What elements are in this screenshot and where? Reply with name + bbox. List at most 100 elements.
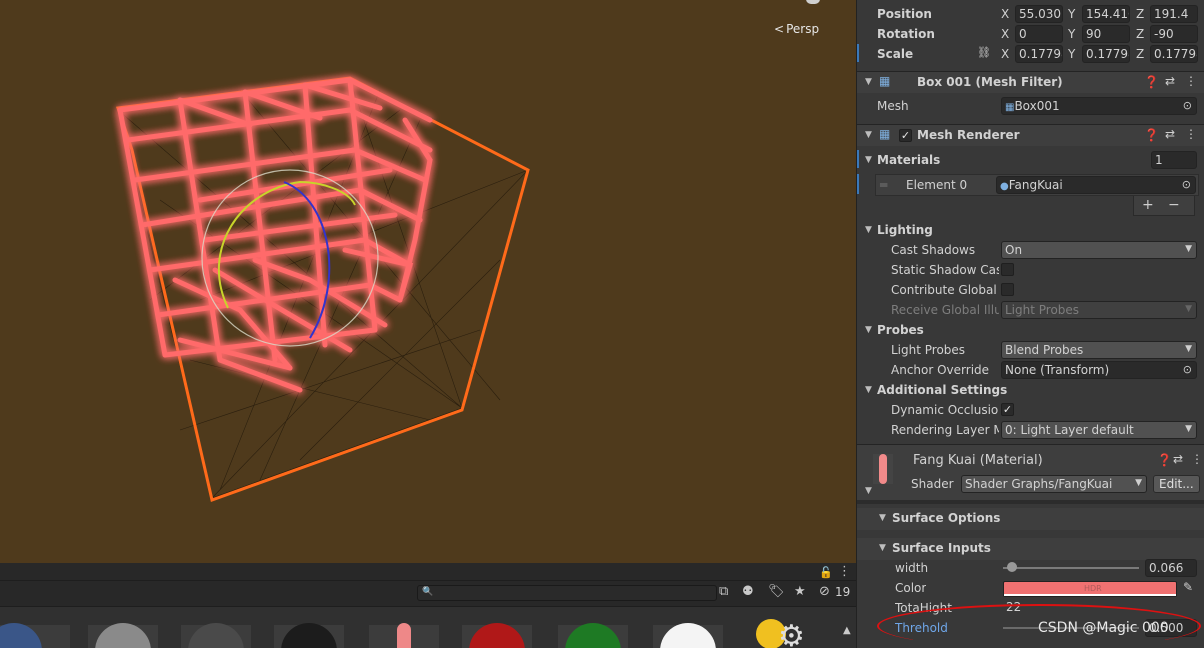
- scene-canvas[interactable]: [0, 0, 856, 563]
- light-probes-dropdown[interactable]: Blend Probes ▼: [1001, 341, 1197, 359]
- static-shadow-checkbox[interactable]: [1001, 263, 1014, 276]
- camera-projection-toggle[interactable]: < Persp: [774, 22, 819, 36]
- lock-icon[interactable]: 🔓: [819, 566, 833, 579]
- foldout-arrow-icon[interactable]: ▼: [879, 513, 886, 523]
- mesh-renderer-icon: ▦: [879, 127, 891, 141]
- more-options-icon[interactable]: ⋮: [838, 564, 851, 579]
- width-value-field[interactable]: 0.066: [1145, 559, 1197, 577]
- mesh-renderer-header[interactable]: ▼ ▦ ✓ Mesh Renderer ❓ ⇄ ⋮: [857, 124, 1204, 146]
- shader-dropdown[interactable]: Shader Graphs/FangKuai ▼: [961, 475, 1147, 493]
- object-picker-icon[interactable]: ⊙: [1183, 99, 1192, 112]
- remove-element-button[interactable]: −: [1168, 197, 1180, 213]
- asset-thumbnail[interactable]: [0, 623, 70, 648]
- foldout-arrow-icon[interactable]: ▼: [865, 385, 872, 395]
- mesh-filter-header[interactable]: ▼ ▦ Box 001 (Mesh Filter) ❓ ⇄ ⋮: [857, 71, 1204, 93]
- asset-thumbnail[interactable]: [181, 623, 251, 648]
- inspector-panel: Position X 55.030 Y 154.416 Z 191.4 Rota…: [856, 0, 1204, 648]
- width-slider-track[interactable]: [1003, 567, 1139, 569]
- foldout-arrow-icon[interactable]: ▼: [865, 130, 872, 140]
- position-x-field[interactable]: 55.030: [1015, 5, 1063, 23]
- favorite-star-icon[interactable]: ★: [794, 584, 806, 599]
- scene-view[interactable]: < Persp: [0, 0, 856, 563]
- rotation-x-field[interactable]: 0: [1015, 25, 1063, 43]
- edit-shader-button[interactable]: Edit...: [1153, 475, 1200, 493]
- mesh-renderer-title: Mesh Renderer: [917, 128, 1020, 142]
- rotation-y-field[interactable]: 90: [1082, 25, 1130, 43]
- foldout-arrow-icon[interactable]: ▼: [865, 325, 872, 335]
- add-element-button[interactable]: +: [1142, 197, 1154, 213]
- anchor-override-field[interactable]: None (Transform) ⊙: [1001, 361, 1197, 379]
- y-label: Y: [1068, 7, 1076, 21]
- additional-settings-foldout[interactable]: ▼ Additional Settings: [857, 380, 1204, 400]
- foldout-arrow-icon[interactable]: ▼: [865, 225, 872, 235]
- drag-handle-icon[interactable]: ═: [880, 178, 887, 192]
- object-picker-icon[interactable]: ⊙: [1182, 178, 1191, 191]
- search-by-type-icon[interactable]: ⚉: [742, 584, 754, 599]
- filter-by-type-icon[interactable]: ⧉: [719, 584, 728, 599]
- rendering-layer-row: Rendering Layer M 0: Light Layer default…: [857, 420, 1204, 440]
- more-options-icon[interactable]: ⋮: [1191, 452, 1203, 466]
- element0-object-field[interactable]: ●FangKuai ⊙: [996, 176, 1196, 194]
- help-icon[interactable]: ❓: [1144, 128, 1159, 142]
- scale-z-field[interactable]: 0.17798: [1150, 45, 1198, 63]
- hidden-eye-icon[interactable]: ⊘: [819, 584, 830, 599]
- foldout-arrow-icon[interactable]: ▼: [879, 543, 886, 553]
- color-swatch[interactable]: HDR: [1003, 581, 1177, 597]
- x-label: X: [1001, 7, 1010, 21]
- foldout-arrow-icon[interactable]: ▼: [865, 155, 872, 165]
- presets-icon[interactable]: ⇄: [1165, 74, 1175, 88]
- mesh-row: Mesh ▦Box001 ⊙: [857, 96, 1204, 116]
- asset-thumbnail[interactable]: [653, 623, 723, 648]
- position-y-field[interactable]: 154.416: [1082, 5, 1130, 23]
- width-slider-handle[interactable]: [1006, 562, 1017, 572]
- scroll-up-icon[interactable]: ▲: [843, 625, 851, 636]
- asset-thumbnail[interactable]: ⚙: [752, 619, 822, 648]
- surface-options-label: Surface Options: [892, 511, 1001, 525]
- rendering-layer-dropdown[interactable]: 0: Light Layer default ▼: [1001, 421, 1197, 439]
- position-row: Position X 55.030 Y 154.416 Z 191.4: [857, 4, 1204, 24]
- asset-thumbnail[interactable]: [88, 623, 158, 648]
- scale-y-field[interactable]: 0.17798: [1082, 45, 1130, 63]
- label-tag-icon[interactable]: 🏷: [768, 584, 785, 599]
- help-icon[interactable]: ❓: [1144, 75, 1159, 89]
- position-z-field[interactable]: 191.4: [1150, 5, 1198, 23]
- hidden-count: 19: [835, 585, 851, 599]
- asset-thumbnail[interactable]: [369, 623, 439, 648]
- probes-foldout[interactable]: ▼ Probes: [857, 320, 1204, 340]
- object-picker-icon[interactable]: ⊙: [1183, 363, 1192, 376]
- anchor-override-value: None (Transform): [1005, 363, 1110, 377]
- surface-inputs-foldout[interactable]: ▼ Surface Inputs: [857, 538, 1204, 560]
- eyedropper-icon[interactable]: ✎: [1183, 580, 1193, 594]
- divider: [857, 500, 1204, 504]
- cast-shadows-dropdown[interactable]: On ▼: [1001, 241, 1197, 259]
- chevron-down-icon: ▼: [1185, 304, 1192, 314]
- mesh-renderer-enabled-checkbox[interactable]: ✓: [899, 129, 912, 142]
- asset-thumbnail[interactable]: [274, 623, 344, 648]
- asset-thumbnail[interactable]: [462, 623, 532, 648]
- more-options-icon[interactable]: ⋮: [1185, 127, 1197, 141]
- foldout-arrow-icon[interactable]: ▼: [865, 77, 872, 87]
- more-options-icon[interactable]: ⋮: [1185, 74, 1197, 88]
- mesh-value: Box001: [1014, 99, 1060, 113]
- presets-icon[interactable]: ⇄: [1173, 452, 1183, 466]
- dynamic-occlusion-row: Dynamic Occlusio ✓: [857, 400, 1204, 420]
- help-icon[interactable]: ❓: [1157, 453, 1172, 467]
- constrain-proportions-icon[interactable]: ⛓: [977, 46, 991, 59]
- contribute-gi-checkbox[interactable]: [1001, 283, 1014, 296]
- scale-label: Scale: [877, 47, 914, 61]
- rotation-z-field[interactable]: -90: [1150, 25, 1198, 43]
- asset-thumbnail[interactable]: [558, 623, 628, 648]
- presets-icon[interactable]: ⇄: [1165, 127, 1175, 141]
- surface-options-foldout[interactable]: ▼ Surface Options: [857, 508, 1204, 530]
- scale-row: Scale ⛓ X 0.17798 Y 0.17798 Z 0.17798: [857, 44, 1204, 64]
- mesh-object-field[interactable]: ▦Box001 ⊙: [1001, 97, 1197, 115]
- lighting-foldout[interactable]: ▼ Lighting: [857, 220, 1204, 240]
- dynamic-occlusion-checkbox[interactable]: ✓: [1001, 403, 1014, 416]
- materials-count-field[interactable]: 1: [1151, 151, 1197, 169]
- totahight-field[interactable]: 22: [1003, 599, 1197, 617]
- selection-indicator: [857, 174, 859, 194]
- search-input[interactable]: 🔍: [417, 585, 717, 601]
- scale-x-field[interactable]: 0.17798: [1015, 45, 1063, 63]
- asset-thumbnails: ⚙: [0, 606, 856, 648]
- receive-gi-row: Receive Global Illu Light Probes ▼: [857, 300, 1204, 320]
